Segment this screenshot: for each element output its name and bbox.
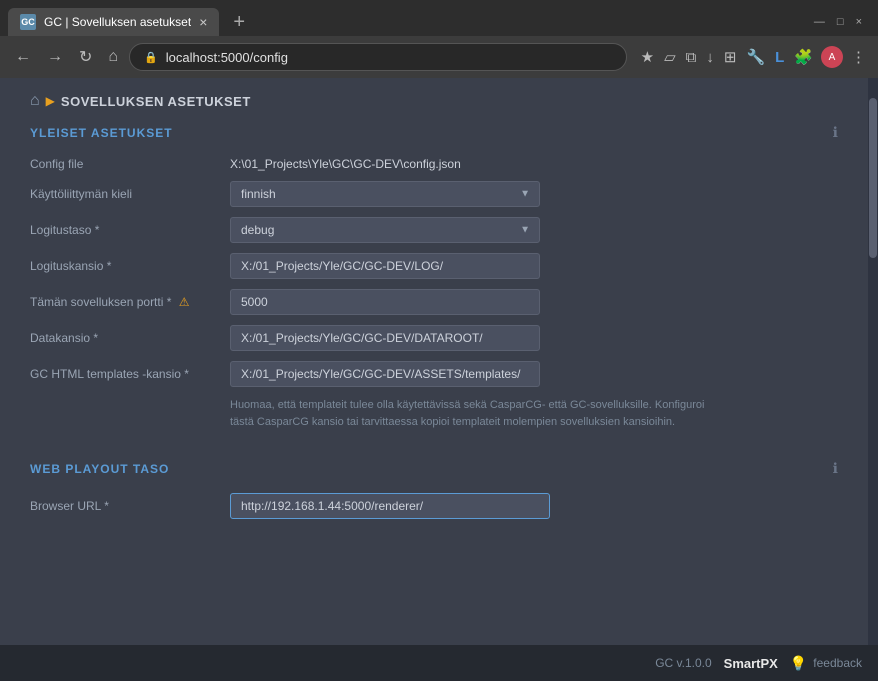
url-text: localhost:5000/config [166,50,612,65]
general-settings-title: YLEISET ASETUKSET [30,126,173,140]
ext-icon[interactable]: 🔧 [744,46,767,68]
config-file-value: X:\01_Projects\Yle\GC\GC-DEV\config.json [230,157,838,171]
general-settings-info-icon[interactable]: ℹ [833,124,838,141]
port-label: Tämän sovelluksen portti * ⚠ [30,295,230,309]
reload-button[interactable]: ↻ [74,45,97,69]
web-playout-title: WEB PLAYOUT TASO [30,462,169,476]
back-button[interactable]: ← [10,46,36,68]
tab-favicon: GC [20,14,36,30]
url-bar[interactable]: 🔒 localhost:5000/config [129,43,627,71]
main-area: YLEISET ASETUKSET ℹ Config file X:\01_Pr… [0,124,878,579]
web-playout-section: WEB PLAYOUT TASO ℹ Browser URL * [30,460,838,519]
scrollbar-thumb[interactable] [869,98,877,258]
status-version: GC v.1.0.0 [655,656,711,670]
ui-language-row: Käyttöliittymän kieli finnish english sw… [30,181,838,207]
feedback-button[interactable]: 💡 feedback [790,655,862,672]
tab-close-button[interactable]: × [199,14,207,30]
feedback-label: feedback [813,656,862,670]
general-settings-section: YLEISET ASETUKSET ℹ Config file X:\01_Pr… [30,124,838,430]
ui-language-select-wrapper: finnish english swedish [230,181,540,207]
lock-icon: 🔒 [144,51,158,64]
general-note: Huomaa, että templateit tulee olla käyte… [30,397,730,430]
tab-title: GC | Sovelluksen asetukset [44,15,191,29]
log-folder-label: Logituskansio * [30,259,230,273]
templates-folder-input[interactable] [230,361,540,387]
breadcrumb-title: SOVELLUKSEN ASETUKSET [61,94,251,109]
breadcrumb-arrow-icon: ▶ [46,94,55,108]
ui-language-select[interactable]: finnish english swedish [230,181,540,207]
log-level-row: Logitustaso * debug info warn error [30,217,838,243]
tab-group-icon[interactable]: ⧉ [684,47,699,68]
breadcrumb: ⌂ ▶ SOVELLUKSEN ASETUKSET [0,78,878,124]
breadcrumb-home-icon[interactable]: ⌂ [30,92,40,110]
browser-url-input[interactable] [230,493,550,519]
nav-right-icons: ★ ▱ ⧉ ↓ ⊞ 🔧 L 🧩 A ⋮ [639,46,868,68]
minimize-button[interactable]: — [814,16,825,28]
close-window-button[interactable]: × [856,16,862,28]
avatar[interactable]: A [821,46,843,68]
log-level-select[interactable]: debug info warn error [230,217,540,243]
browser-url-row: Browser URL * [30,493,838,519]
log-folder-input[interactable] [230,253,540,279]
screen-icon[interactable]: ▱ [662,46,678,68]
more-button[interactable]: ⋮ [849,46,868,68]
port-warn-icon: ⚠ [179,295,190,309]
data-folder-row: Datakansio * [30,325,838,351]
active-tab[interactable]: GC GC | Sovelluksen asetukset × [8,8,219,36]
downloads-icon[interactable]: ↓ [704,47,716,68]
log-level-select-wrapper: debug info warn error [230,217,540,243]
browser-chrome: GC GC | Sovelluksen asetukset × + — □ × … [0,0,878,78]
templates-folder-row: GC HTML templates -kansio * [30,361,838,387]
bulb-icon: 💡 [790,655,807,672]
app-content: ⌂ ▶ SOVELLUKSEN ASETUKSET YLEISET ASETUK… [0,78,878,645]
window-controls: — □ × [814,16,870,28]
extensions-icon[interactable]: 🧩 [792,46,815,68]
general-settings-header: YLEISET ASETUKSET ℹ [30,124,838,141]
profile-letter[interactable]: L [773,47,786,68]
browser-url-label: Browser URL * [30,499,230,513]
status-bar: GC v.1.0.0 SmartPX 💡 feedback [0,645,878,681]
status-brand: SmartPX [724,656,778,671]
apps-icon[interactable]: ⊞ [722,46,739,68]
new-tab-button[interactable]: + [227,12,251,32]
log-folder-row: Logituskansio * [30,253,838,279]
log-level-label: Logitustaso * [30,223,230,237]
web-playout-info-icon[interactable]: ℹ [833,460,838,477]
templates-folder-label: GC HTML templates -kansio * [30,367,230,381]
ui-language-label: Käyttöliittymän kieli [30,187,230,201]
home-button[interactable]: ⌂ [103,46,123,68]
forward-button[interactable]: → [42,46,68,68]
data-folder-input[interactable] [230,325,540,351]
data-folder-label: Datakansio * [30,331,230,345]
scrollbar-track[interactable] [868,78,878,645]
tab-bar: GC GC | Sovelluksen asetukset × + — □ × [0,0,878,36]
nav-bar: ← → ↻ ⌂ 🔒 localhost:5000/config ★ ▱ ⧉ ↓ … [0,36,878,78]
config-file-row: Config file X:\01_Projects\Yle\GC\GC-DEV… [30,157,838,171]
web-playout-header: WEB PLAYOUT TASO ℹ [30,460,838,477]
config-file-label: Config file [30,157,230,171]
port-row: Tämän sovelluksen portti * ⚠ [30,289,838,315]
star-icon[interactable]: ★ [639,46,656,68]
port-input[interactable] [230,289,540,315]
maximize-button[interactable]: □ [837,16,844,28]
